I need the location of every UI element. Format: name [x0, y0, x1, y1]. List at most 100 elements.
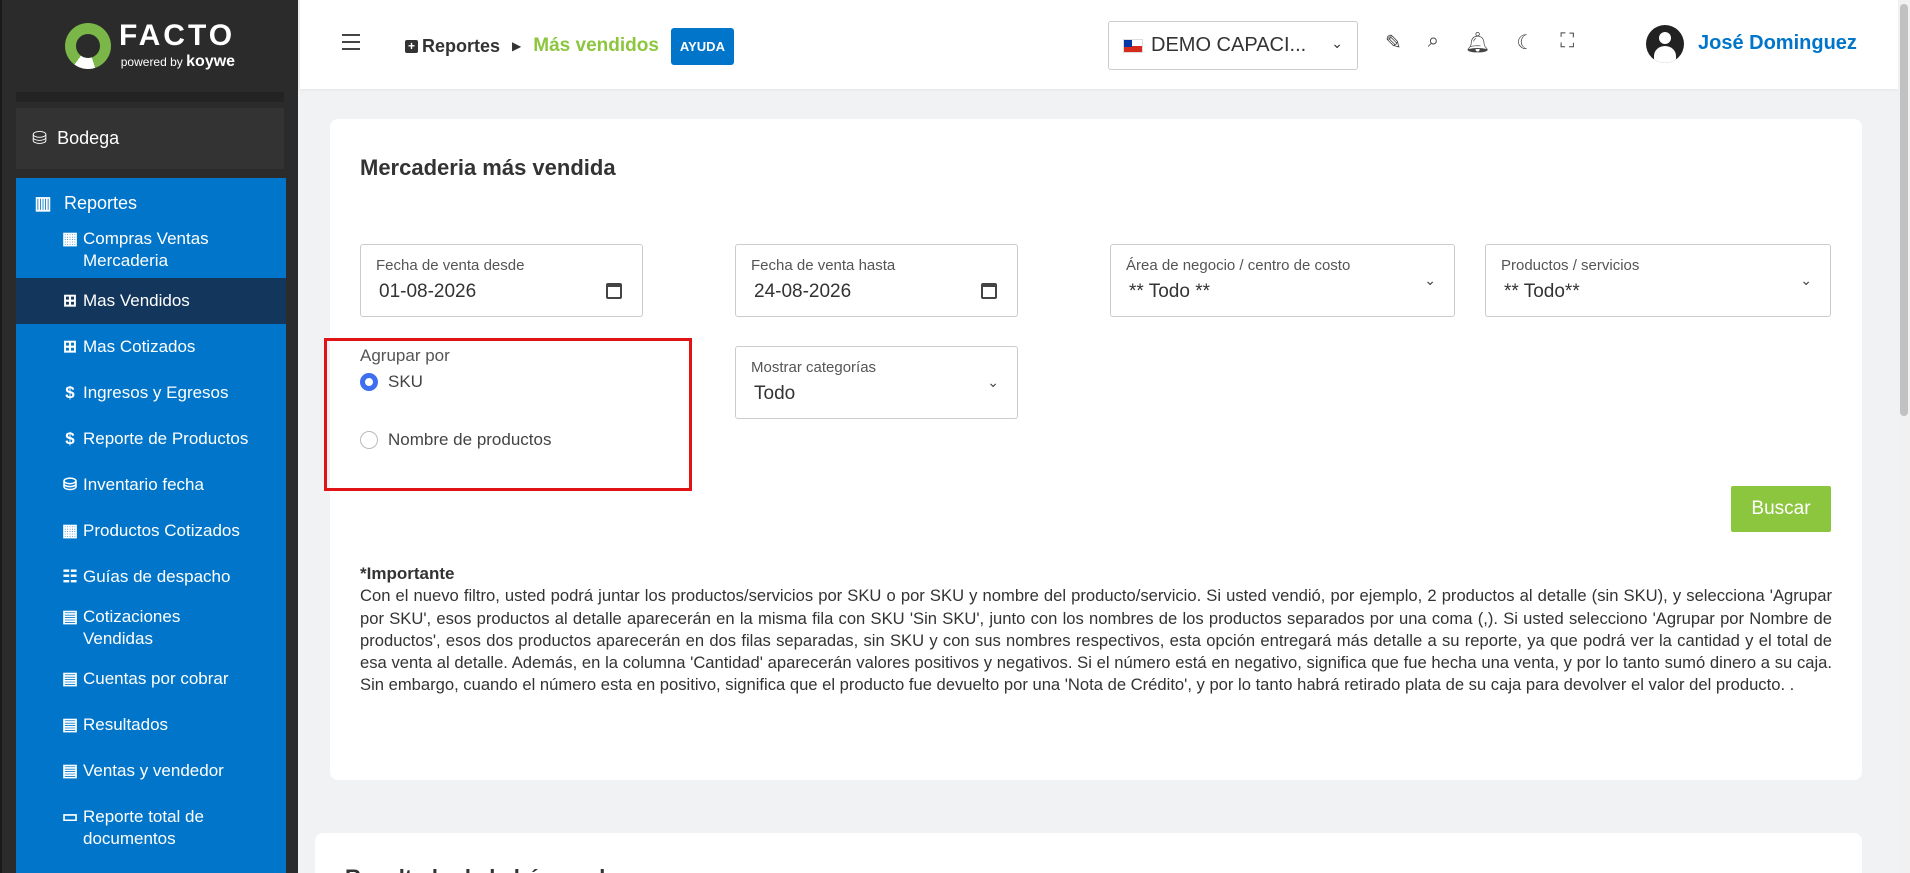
sidebar-item-guias-despacho[interactable]: ☷ Guías de despacho	[16, 554, 286, 600]
field-value: ** Todo**	[1504, 281, 1580, 302]
hamburger-menu-icon[interactable]	[342, 34, 360, 55]
field-label: Área de negocio / centro de costo	[1126, 257, 1351, 274]
facto-logo-mark	[64, 23, 111, 69]
boxes-icon: ⛁	[32, 128, 48, 148]
bell-icon[interactable]: 🔔︎	[1465, 30, 1490, 55]
sidebar-item-resultados[interactable]: ▤ Resultados	[16, 702, 286, 748]
header-icons: ✎ ⌕ 🔔︎ ☾ ⛶	[1385, 30, 1574, 55]
facto-logo[interactable]: FACTO powered by koywe	[2, 0, 298, 92]
sidebar-divider	[16, 92, 284, 102]
chevron-down-icon: ⌄	[1331, 35, 1343, 51]
sidebar-item-reporte-total[interactable]: ▭ Reporte total de documentos	[16, 794, 286, 848]
file-icon: ▤	[61, 761, 79, 780]
productos-servicios-select[interactable]: Productos / servicios ** Todo** ⌄	[1485, 244, 1831, 317]
area-negocio-select[interactable]: Área de negocio / centro de costo ** Tod…	[1110, 244, 1455, 317]
sidebar-item-label: Ventas y vendedor	[83, 761, 224, 780]
sidebar-item-label: Mas Vendidos	[83, 291, 190, 310]
field-label: Fecha de venta hasta	[751, 257, 896, 274]
sidebar: FACTO powered by koywe ⛁ Bodega ▥ Report…	[0, 0, 298, 873]
search-button[interactable]: Buscar	[1731, 486, 1831, 532]
dollar-icon: $	[65, 429, 75, 448]
plus-square-icon: ⊞	[62, 337, 78, 356]
calendar-icon[interactable]	[981, 283, 997, 299]
field-value: ** Todo **	[1129, 281, 1210, 302]
sidebar-item-label: Resultados	[83, 715, 169, 734]
boxes-icon: ⛁	[62, 475, 78, 494]
plus-square-icon: ⊞	[62, 291, 78, 310]
sidebar-item-reportes[interactable]: ▥ Reportes	[16, 178, 286, 228]
brand-name: FACTO	[118, 19, 236, 52]
sidebar-item-label: Compras Ventas Mercaderia	[83, 229, 209, 270]
plus-square-icon: +	[405, 40, 418, 54]
highlight-box	[324, 338, 692, 491]
user-name[interactable]: José Dominguez	[1698, 32, 1857, 55]
chile-flag-icon	[1123, 38, 1143, 53]
brand-sub-name: koywe	[186, 53, 236, 70]
sidebar-item-mas-vendidos[interactable]: ⊞ Mas Vendidos	[16, 278, 286, 324]
field-value: 01-08-2026	[379, 281, 477, 302]
fecha-hasta-field[interactable]: Fecha de venta hasta 24-08-2026	[735, 244, 1018, 317]
bar-chart-icon: ▥	[34, 193, 52, 213]
field-value: 24-08-2026	[754, 281, 852, 302]
scrollbar[interactable]	[1898, 0, 1910, 873]
mostrar-categorias-select[interactable]: Mostrar categorías Todo ⌄	[735, 346, 1018, 419]
brand-sub: powered by	[120, 55, 183, 69]
important-note: *Importante Con el nuevo filtro, usted p…	[360, 563, 1832, 697]
avatar[interactable]	[1646, 25, 1684, 63]
sidebar-item-label: Guías de despacho	[83, 567, 231, 586]
field-value: Todo	[754, 383, 796, 404]
breadcrumb-current: Más vendidos	[533, 35, 659, 56]
field-label: Mostrar categorías	[751, 359, 877, 376]
sidebar-item-label: Mas Cotizados	[83, 337, 196, 356]
search-icon[interactable]: ⌕	[1428, 30, 1439, 55]
moon-icon[interactable]: ☾	[1516, 30, 1534, 55]
archive-icon: ▭	[61, 807, 79, 826]
top-header: + Reportes ▶ Más vendidos AYUDA DEMO CAPA…	[300, 0, 1898, 89]
sidebar-item-label: Cotizaciones Vendidas	[83, 607, 181, 648]
file-icon: ▤	[61, 669, 79, 688]
sidebar-item-ingresos-egresos[interactable]: $ Ingresos y Egresos	[16, 370, 286, 416]
sidebar-item-label: Reporte de Productos	[83, 429, 249, 448]
file-icon: ▤	[61, 715, 79, 734]
scrollbar-thumb[interactable]	[1900, 4, 1908, 416]
sidebar-item-label: Ingresos y Egresos	[83, 383, 229, 402]
field-label: Productos / servicios	[1501, 257, 1640, 274]
sidebar-item-label: Reporte total de documentos	[83, 807, 204, 848]
sidebar-item-mas-cotizados[interactable]: ⊞ Mas Cotizados	[16, 324, 286, 370]
edit-document-icon[interactable]: ✎	[1385, 30, 1402, 55]
sidebar-item-productos-cotizados[interactable]: ▦ Productos Cotizados	[16, 508, 286, 554]
sidebar-item-bodega[interactable]: ⛁ Bodega	[16, 108, 284, 169]
breadcrumb-root[interactable]: + Reportes	[405, 36, 500, 57]
important-title: *Importante	[360, 564, 455, 583]
sidebar-item-cuentas-cobrar[interactable]: ▤ Cuentas por cobrar	[16, 656, 286, 702]
dollar-icon: $	[65, 383, 75, 402]
caret-right-icon: ▶	[512, 39, 522, 53]
chevron-down-icon: ⌄	[987, 374, 999, 390]
sidebar-item-cotizaciones-vendidas[interactable]: ▤ Cotizaciones Vendidas	[16, 600, 286, 656]
company-name: DEMO CAPACI...	[1151, 34, 1307, 56]
calculator-icon: ▦	[61, 521, 79, 540]
sidebar-item-label: Productos Cotizados	[83, 521, 240, 540]
field-label: Fecha de venta desde	[376, 257, 525, 274]
sidebar-item-label: Inventario fecha	[83, 475, 204, 494]
sidebar-item-reporte-productos[interactable]: $ Reporte de Productos	[16, 416, 286, 462]
chevron-down-icon: ⌄	[1424, 272, 1436, 288]
company-selector[interactable]: DEMO CAPACI... ⌄	[1108, 21, 1358, 70]
important-text: Con el nuevo filtro, usted podrá juntar …	[360, 586, 1832, 695]
fullscreen-icon[interactable]: ⛶	[1560, 30, 1574, 55]
calendar-icon[interactable]	[606, 283, 622, 299]
help-button[interactable]: AYUDA	[670, 27, 734, 65]
breadcrumb: + Reportes ▶ Más vendidos AYUDA	[405, 24, 734, 68]
results-title: Resultado de la búsqueda	[345, 865, 618, 873]
sidebar-item-ventas-vendedor[interactable]: ▤ Ventas y vendedor	[16, 748, 286, 794]
sidebar-item-inventario-fecha[interactable]: ⛁ Inventario fecha	[16, 462, 286, 508]
fecha-desde-field[interactable]: Fecha de venta desde 01-08-2026	[360, 244, 643, 317]
page-title: Mercaderia más vendida	[360, 155, 616, 180]
sidebar-item-label: Reportes	[64, 193, 138, 213]
chevron-down-icon: ⌄	[1800, 272, 1812, 288]
table-icon: ☷	[62, 567, 78, 586]
sidebar-section-reportes: ▥ Reportes ▦ Compras Ventas Mercaderia ⊞…	[16, 178, 286, 873]
sidebar-item-label: Cuentas por cobrar	[83, 669, 229, 688]
sidebar-item-compras-ventas[interactable]: ▦ Compras Ventas Mercaderia	[16, 228, 286, 278]
results-card: Resultado de la búsqueda	[315, 833, 1862, 873]
